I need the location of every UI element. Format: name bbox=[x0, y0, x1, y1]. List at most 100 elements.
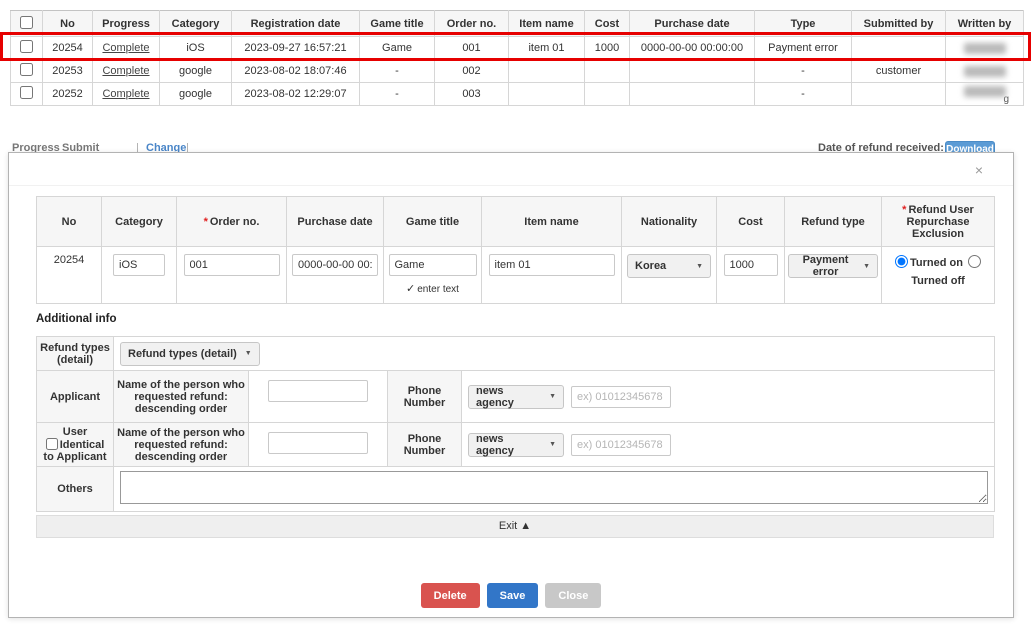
cell-registration-date: 2023-09-27 16:57:21 bbox=[232, 37, 360, 60]
row-checkbox[interactable] bbox=[20, 86, 33, 99]
chevron-down-icon: ▼ bbox=[549, 441, 556, 448]
cell-no: 20254 bbox=[43, 37, 93, 60]
col-progress: Progress bbox=[93, 11, 160, 37]
select-all-checkbox[interactable] bbox=[20, 16, 33, 29]
divider: | bbox=[186, 140, 189, 152]
cell-submitted-by bbox=[852, 37, 946, 60]
chevron-down-icon: ▼ bbox=[696, 263, 703, 270]
user-carrier-dropdown[interactable]: news agency▼ bbox=[468, 433, 564, 457]
redacted-text bbox=[964, 43, 1006, 54]
phone-number-label: Phone Number bbox=[388, 371, 462, 423]
cell-category: iOS bbox=[160, 37, 232, 60]
applicant-name-field[interactable] bbox=[268, 380, 368, 402]
change-link[interactable]: Change bbox=[146, 140, 186, 152]
col-no: No bbox=[43, 11, 93, 37]
form-no-value: 20254 bbox=[37, 247, 102, 304]
exit-toggle-bar[interactable]: Exit ▲ bbox=[36, 515, 994, 538]
additional-info-title: Additional info bbox=[36, 313, 116, 325]
requester-name-label: Name of the person who requested refund:… bbox=[114, 423, 249, 467]
refund-types-detail-value: Refund types (detail) bbox=[128, 348, 237, 360]
applicant-row: Applicant Name of the person who request… bbox=[37, 371, 995, 423]
user-name-field[interactable] bbox=[268, 432, 368, 454]
form-col-cost: Cost bbox=[717, 197, 785, 247]
form-value-row: 20254 ✓enter text Korea▼ Payment error▼ … bbox=[37, 247, 995, 304]
cell-order-no: 001 bbox=[435, 37, 509, 60]
col-order-no: Order no. bbox=[435, 11, 509, 37]
progress-link[interactable]: Complete bbox=[102, 65, 149, 77]
cell-purchase-date bbox=[630, 83, 755, 106]
cell-type: - bbox=[755, 60, 852, 83]
applicant-carrier-dropdown[interactable]: news agency▼ bbox=[468, 385, 564, 409]
required-icon: * bbox=[902, 204, 906, 216]
cell-item-name bbox=[509, 60, 585, 83]
repurchase-exclusion-cell: Turned on Turned off bbox=[882, 247, 995, 304]
category-field[interactable] bbox=[113, 254, 165, 276]
required-icon: * bbox=[204, 216, 208, 228]
form-col-no: No bbox=[37, 197, 102, 247]
progress-link[interactable]: Complete bbox=[102, 88, 149, 100]
item-name-field[interactable] bbox=[489, 254, 615, 276]
table-header-row: No Progress Category Registration date G… bbox=[11, 11, 1024, 37]
cell-submitted-by: customer bbox=[852, 60, 946, 83]
save-button[interactable]: Save bbox=[487, 583, 539, 608]
row-checkbox[interactable] bbox=[20, 63, 33, 76]
user-phone-field[interactable] bbox=[571, 434, 671, 456]
requester-name-label: Name of the person who requested refund:… bbox=[114, 371, 249, 423]
turned-on-radio[interactable]: Turned on bbox=[893, 257, 963, 269]
form-col-game-title: Game title bbox=[384, 197, 482, 247]
form-col-order-no: *Order no. bbox=[177, 197, 287, 247]
col-type: Type bbox=[755, 11, 852, 37]
refund-types-detail-dropdown[interactable]: Refund types (detail)▼ bbox=[120, 342, 260, 366]
form-col-purchase-date: Purchase date bbox=[287, 197, 384, 247]
modal-footer-buttons: Delete Save Close bbox=[9, 583, 1013, 608]
cell-category: google bbox=[160, 60, 232, 83]
divider: | bbox=[136, 140, 139, 152]
form-col-refund-type: Refund type bbox=[785, 197, 882, 247]
form-col-item-name: Item name bbox=[482, 197, 622, 247]
cell-type: Payment error bbox=[755, 37, 852, 60]
col-submitted-by: Submitted by bbox=[852, 11, 946, 37]
download-button[interactable]: Download bbox=[945, 141, 995, 152]
applicant-label: Applicant bbox=[37, 371, 114, 423]
nationality-dropdown[interactable]: Korea▼ bbox=[627, 254, 711, 278]
cell-purchase-date bbox=[630, 60, 755, 83]
redacted-text bbox=[964, 66, 1006, 77]
close-button[interactable]: Close bbox=[545, 583, 601, 608]
cell-order-no: 003 bbox=[435, 83, 509, 106]
col-registration-date: Registration date bbox=[232, 11, 360, 37]
refund-detail-modal: × No Category *Order no. Purchase date G… bbox=[8, 152, 1014, 618]
game-title-field[interactable] bbox=[389, 254, 477, 276]
refund-date-received-label: Date of refund received: bbox=[818, 140, 944, 152]
user-row: User Identical to Applicant Name of the … bbox=[37, 423, 995, 467]
form-header-row: No Category *Order no. Purchase date Gam… bbox=[37, 197, 995, 247]
purchase-date-field[interactable] bbox=[292, 254, 378, 276]
refund-form-table: No Category *Order no. Purchase date Gam… bbox=[36, 196, 995, 304]
user-label: User bbox=[63, 426, 87, 438]
row-checkbox[interactable] bbox=[20, 40, 33, 53]
cell-type: - bbox=[755, 83, 852, 106]
delete-button[interactable]: Delete bbox=[421, 583, 480, 608]
modal-header: × bbox=[9, 153, 1013, 186]
cell-game-title: - bbox=[360, 83, 435, 106]
progress-link[interactable]: Complete bbox=[102, 42, 149, 54]
phone-number-label: Phone Number bbox=[388, 423, 462, 467]
close-icon[interactable]: × bbox=[971, 163, 987, 179]
refund-type-dropdown[interactable]: Payment error▼ bbox=[788, 254, 878, 278]
cell-no: 20252 bbox=[43, 83, 93, 106]
identical-to-applicant-checkbox[interactable] bbox=[46, 438, 58, 450]
enter-text-option[interactable]: ✓enter text bbox=[384, 282, 481, 295]
check-icon: ✓ bbox=[406, 283, 415, 295]
cell-cost: 1000 bbox=[585, 37, 630, 60]
order-no-field[interactable] bbox=[184, 254, 280, 276]
cell-item-name: item 01 bbox=[509, 37, 585, 60]
chevron-down-icon: ▼ bbox=[549, 393, 556, 400]
cost-field[interactable] bbox=[724, 254, 778, 276]
applicant-phone-field[interactable] bbox=[571, 386, 671, 408]
cell-item-name bbox=[509, 83, 585, 106]
cell-cost bbox=[585, 83, 630, 106]
col-category: Category bbox=[160, 11, 232, 37]
cell-cost bbox=[585, 60, 630, 83]
form-col-nationality: Nationality bbox=[622, 197, 717, 247]
others-row: Others bbox=[37, 467, 995, 512]
others-textarea[interactable] bbox=[120, 471, 988, 504]
